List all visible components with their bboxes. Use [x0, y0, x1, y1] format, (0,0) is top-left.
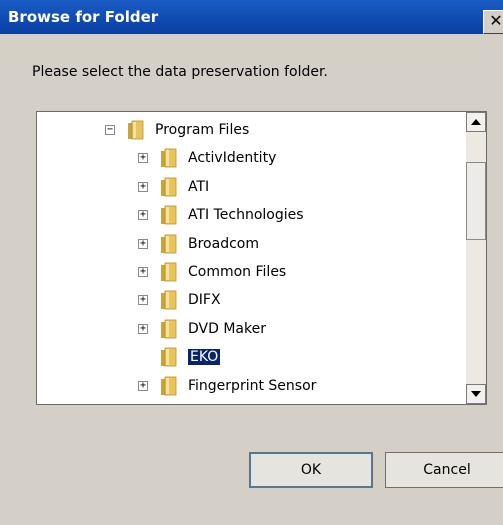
scroll-down-button[interactable]: [466, 384, 486, 404]
folder-icon: [161, 262, 177, 282]
collapse-icon[interactable]: −: [105, 125, 115, 135]
tree-item[interactable]: +Hewlett-Packard: [37, 402, 465, 405]
folder-icon: [161, 205, 177, 225]
folder-icon: [161, 148, 177, 168]
tree-item[interactable]: + ATI: [37, 175, 465, 201]
expand-icon[interactable]: +: [138, 238, 148, 249]
tree-item-label: Common Files: [188, 264, 287, 280]
instruction-text: Please select the data preservation fold…: [32, 64, 328, 80]
expand-icon[interactable]: +: [138, 210, 148, 221]
tree-item[interactable]: EKO: [37, 345, 465, 371]
tree-item[interactable]: + ATI Technologies: [37, 203, 465, 229]
tree-item-label: Broadcom: [188, 235, 259, 252]
arrow-down-icon: [471, 391, 481, 397]
expand-icon[interactable]: +: [138, 267, 148, 277]
folder-icon: [161, 347, 177, 367]
tree-item-label: EKO: [186, 348, 222, 367]
tree-item[interactable]: + ActivIdentity: [37, 146, 465, 172]
folder-icon: [161, 376, 177, 395]
folder-icon: [160, 404, 178, 405]
dialog-title: Browse for Folder: [8, 8, 159, 26]
tree-item[interactable]: + DIFX: [37, 288, 465, 314]
tree-item-label: ATI: [188, 178, 210, 195]
scroll-thumb[interactable]: [466, 162, 486, 240]
tree-item-label: ATI Technologies: [188, 207, 304, 224]
expand-icon[interactable]: +: [138, 295, 148, 306]
scroll-up-button[interactable]: [466, 112, 486, 132]
folder-tree[interactable]: − Program Files + ActivIdentity + ATI + ATI Tec…: [36, 111, 487, 405]
folder-icon: [161, 234, 177, 253]
tree-item-label: DIFX: [188, 292, 221, 309]
folder-icon: [161, 177, 177, 197]
tree-item[interactable]: + Common Files: [37, 260, 465, 286]
title-bar[interactable]: Browse for Folder: [0, 0, 503, 34]
tree-item-label: DVD Maker: [188, 320, 266, 337]
tree-item[interactable]: + Fingerprint Sensor: [37, 374, 465, 400]
tree-item-label: Fingerprint Sensor: [188, 377, 317, 394]
expand-icon[interactable]: +: [138, 181, 148, 192]
tree-item[interactable]: + Broadcom: [37, 232, 465, 258]
cancel-button[interactable]: Cancel: [385, 452, 503, 488]
expand-icon[interactable]: +: [138, 153, 148, 164]
folder-icon: [161, 290, 177, 310]
folder-icon: [161, 319, 177, 339]
close-icon: ✕: [489, 11, 503, 30]
expand-icon[interactable]: +: [138, 380, 148, 391]
tree-item[interactable]: − Program Files: [37, 118, 465, 144]
ok-button[interactable]: OK: [249, 452, 373, 488]
arrow-up-icon: [471, 119, 481, 125]
folder-icon: [128, 120, 144, 140]
tree-item-label: Program Files: [155, 122, 250, 138]
tree-item-label: ActivIdentity: [188, 150, 277, 167]
browse-for-folder-dialog: Browse for Folder ✕ Please select the da…: [0, 0, 503, 525]
close-button[interactable]: ✕: [483, 10, 503, 34]
expand-icon[interactable]: +: [138, 323, 148, 334]
vertical-scrollbar[interactable]: [466, 112, 486, 404]
tree-item[interactable]: + DVD Maker: [37, 317, 465, 343]
